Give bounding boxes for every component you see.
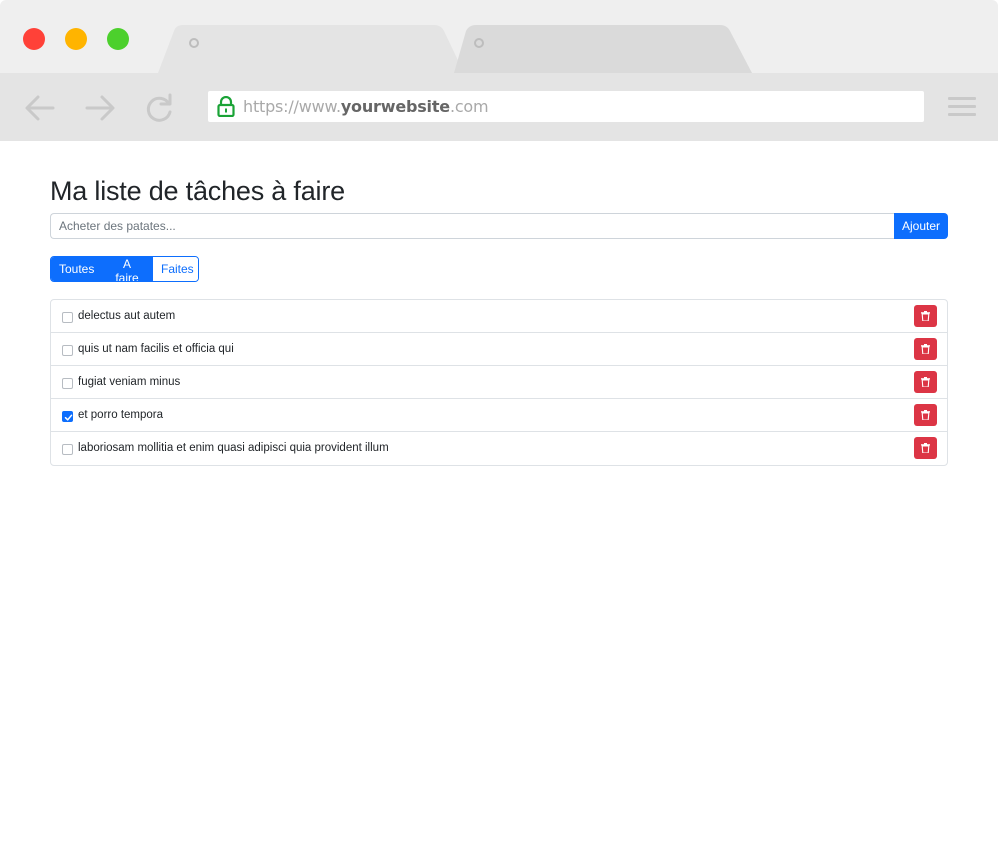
trash-icon (921, 377, 930, 387)
url-scheme: https://www. (243, 97, 341, 116)
tab-shape (158, 25, 464, 73)
filter-button-group: Toutes A faire Faites (50, 256, 199, 282)
delete-task-button[interactable] (914, 338, 937, 360)
trash-icon (921, 311, 930, 321)
hamburger-menu-icon[interactable] (948, 97, 976, 117)
task-checkbox[interactable] (62, 378, 73, 389)
task-label: quis ut nam facilis et officia qui (78, 343, 234, 355)
filter-all-button[interactable]: Toutes (51, 257, 102, 281)
task-checkbox[interactable] (62, 444, 73, 455)
check-icon (64, 414, 73, 421)
add-task-form: Ajouter (50, 213, 948, 239)
lock-icon (217, 96, 235, 117)
filter-todo-button[interactable]: A faire (102, 257, 152, 281)
forward-button[interactable] (83, 91, 117, 125)
task-item: quis ut nam facilis et officia qui (51, 333, 947, 366)
trash-icon (921, 410, 930, 420)
tab-shape (454, 25, 752, 73)
task-list: delectus aut autem quis ut nam facilis e… (50, 299, 948, 466)
maximize-window-button[interactable] (107, 28, 129, 50)
tab-favicon-icon (474, 38, 484, 48)
task-checkbox[interactable] (62, 345, 73, 356)
task-checkbox[interactable] (62, 411, 73, 422)
delete-task-button[interactable] (914, 305, 937, 327)
url-domain: yourwebsite (340, 97, 450, 116)
task-item: laboriosam mollitia et enim quasi adipis… (51, 432, 947, 465)
back-button[interactable] (23, 91, 57, 125)
reload-icon (146, 93, 172, 122)
filter-done-button[interactable]: Faites (152, 257, 198, 281)
browser-toolbar: https://www.yourwebsite.com (0, 73, 998, 141)
task-checkbox[interactable] (62, 312, 73, 323)
trash-icon (921, 443, 930, 453)
task-label: et porro tempora (78, 409, 164, 421)
add-task-button[interactable]: Ajouter (894, 213, 948, 239)
task-label: delectus aut autem (78, 310, 176, 322)
minimize-window-button[interactable] (65, 28, 87, 50)
browser-tab-inactive[interactable] (454, 25, 754, 73)
arrow-right-icon (85, 95, 115, 121)
task-input[interactable] (50, 213, 894, 239)
url-text: https://www.yourwebsite.com (243, 97, 489, 116)
task-item: et porro tempora (51, 399, 947, 432)
task-label: laboriosam mollitia et enim quasi adipis… (78, 442, 389, 454)
url-tld: .com (449, 97, 489, 116)
delete-task-button[interactable] (914, 371, 937, 393)
trash-icon (921, 344, 930, 354)
address-bar[interactable]: https://www.yourwebsite.com (208, 91, 924, 122)
delete-task-button[interactable] (914, 404, 937, 426)
page-title: Ma liste de tâches à faire (50, 176, 345, 206)
close-window-button[interactable] (23, 28, 45, 50)
task-item: delectus aut autem (51, 300, 947, 333)
reload-button[interactable] (143, 91, 177, 125)
arrow-left-icon (25, 95, 55, 121)
browser-tab-active[interactable] (158, 25, 464, 73)
task-label: fugiat veniam minus (78, 376, 181, 388)
tab-favicon-icon (189, 38, 199, 48)
delete-task-button[interactable] (914, 437, 937, 459)
task-item: fugiat veniam minus (51, 366, 947, 399)
browser-tab-bar (0, 0, 998, 73)
